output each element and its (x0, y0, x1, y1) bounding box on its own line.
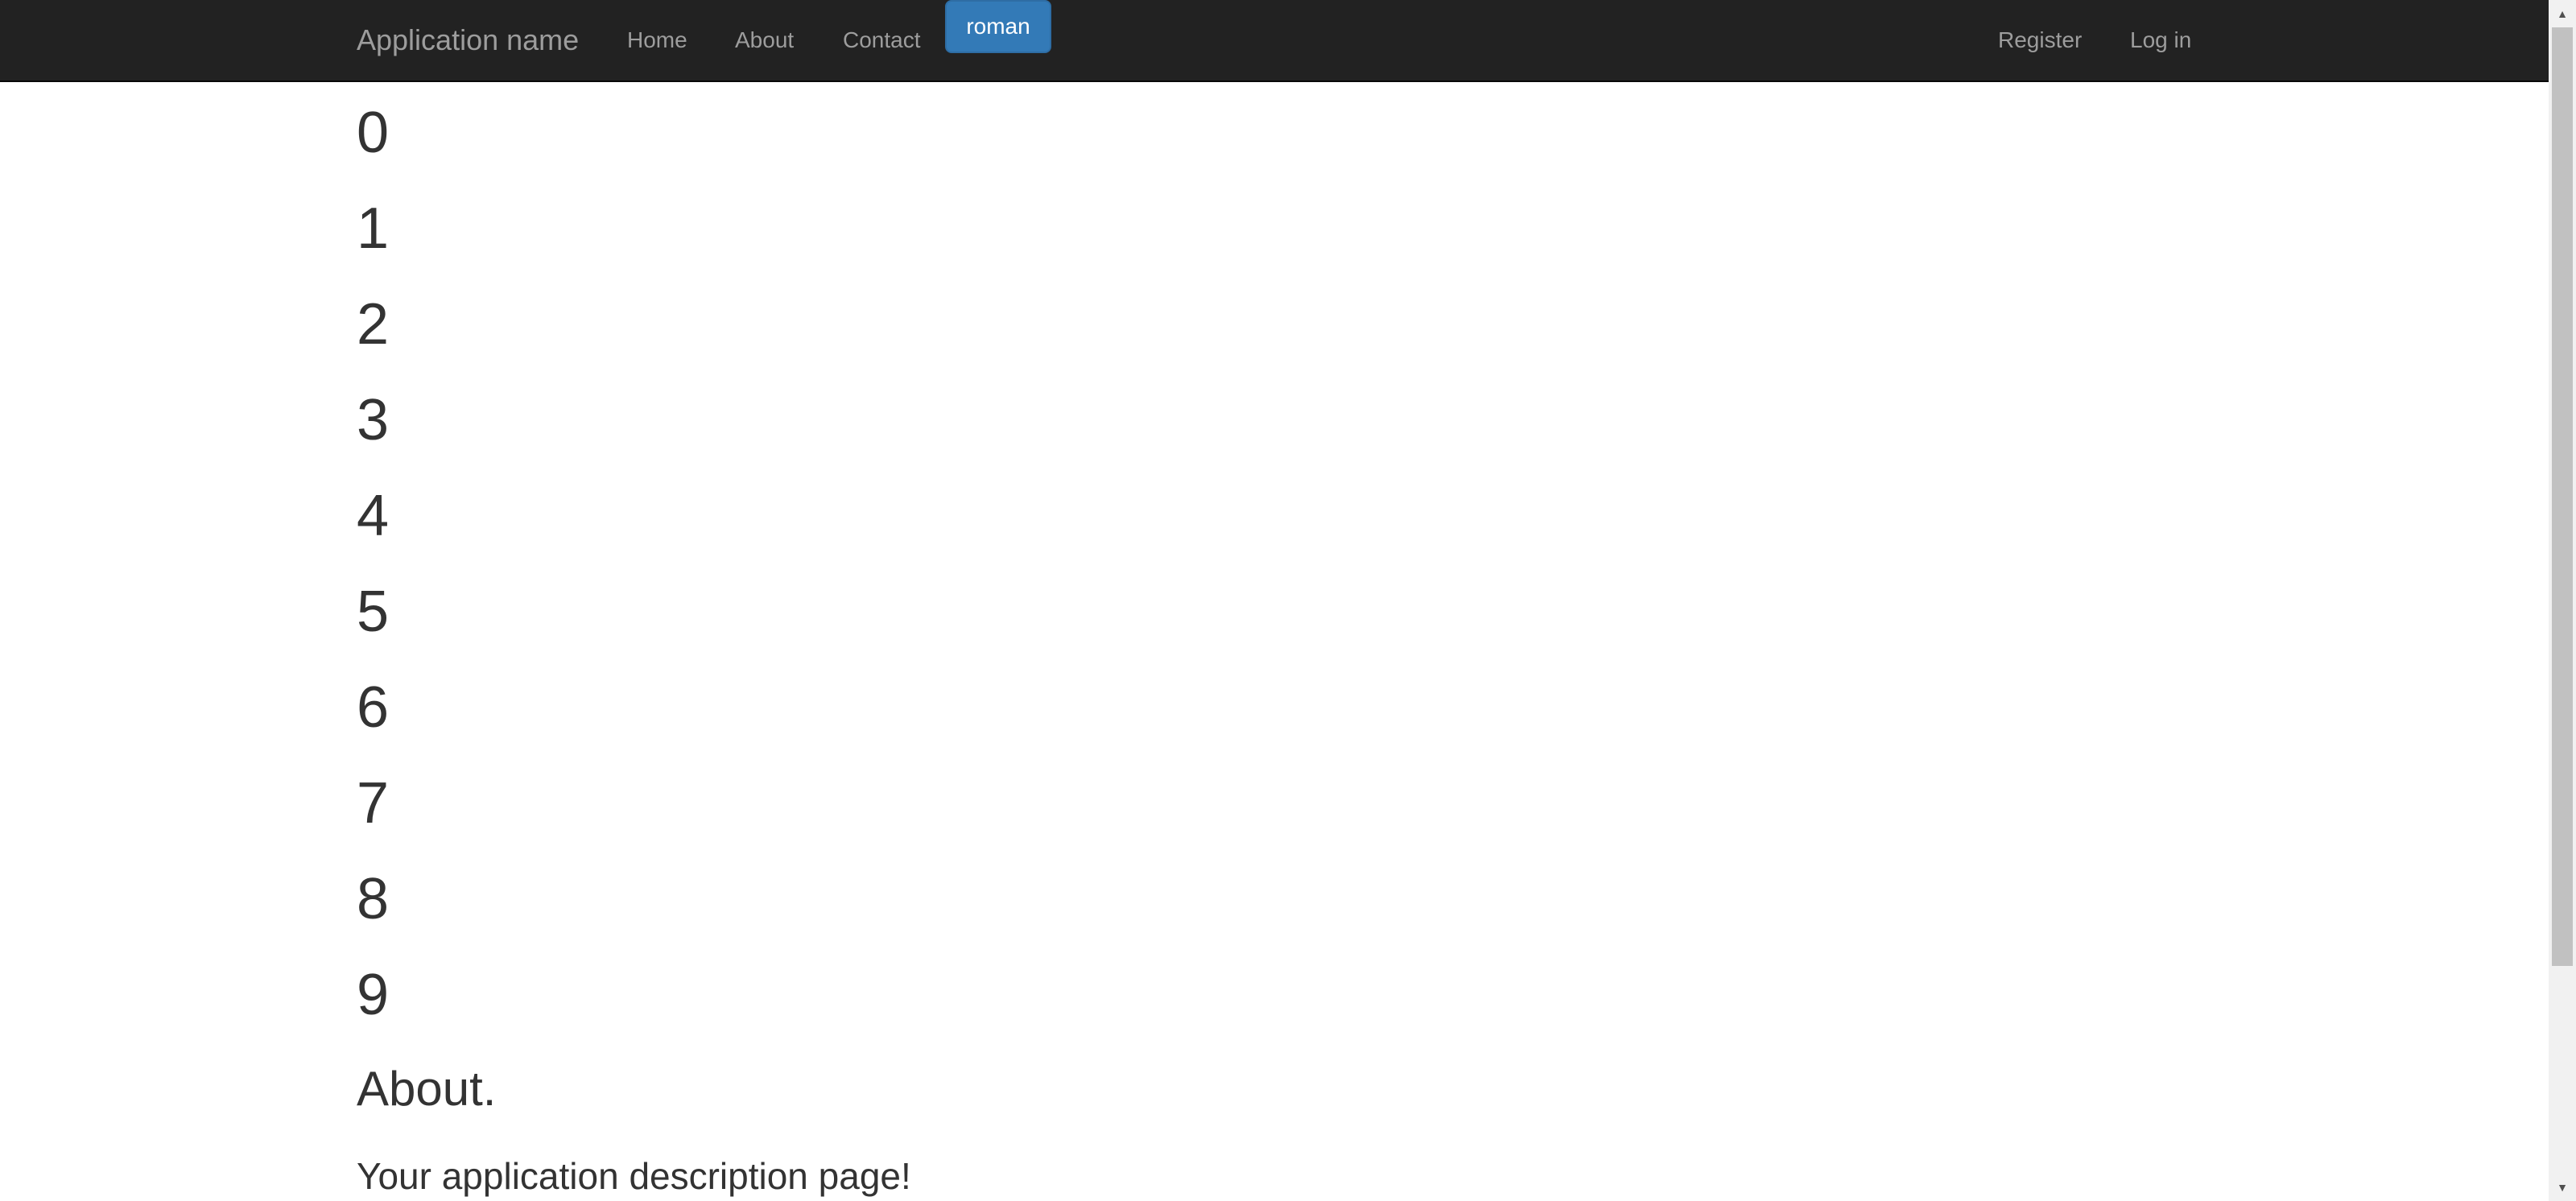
list-item-label: 5 (357, 580, 390, 644)
user-button[interactable]: roman (945, 0, 1051, 53)
brand-link[interactable]: Application name (357, 0, 579, 80)
list-item-label: 8 (357, 867, 390, 931)
register-link[interactable]: Register (1998, 0, 2082, 80)
list-item-label: 7 (357, 771, 390, 836)
list-item: 9 (357, 944, 2208, 1040)
list-item-label: 4 (357, 484, 390, 548)
nav-contact-link[interactable]: Contact (843, 0, 921, 80)
list-item: 2 (357, 274, 2208, 369)
page: Application name Home About Contact roma… (0, 0, 2576, 1201)
list-item-label: 6 (357, 675, 390, 740)
list-item-label: 3 (357, 388, 390, 452)
list-item: 1 (357, 178, 2208, 274)
list-item-label: 0 (357, 101, 390, 165)
nav-home-link[interactable]: Home (627, 0, 687, 80)
list-item: 5 (357, 561, 2208, 657)
vertical-scrollbar[interactable]: ▲ ▼ (2549, 0, 2576, 1201)
login-link[interactable]: Log in (2130, 0, 2191, 80)
list-item: 3 (357, 369, 2208, 465)
page-title: About. (357, 1062, 497, 1116)
list-item-label: 1 (357, 196, 390, 261)
page-description: Your application description page! (357, 1155, 911, 1197)
list-item: 8 (357, 848, 2208, 944)
main-content: 0 1 2 3 4 5 6 7 8 9 (357, 82, 2208, 1040)
nav-about-link[interactable]: About (735, 0, 794, 80)
number-list: 0 1 2 3 4 5 6 7 8 9 (357, 82, 2208, 1040)
navbar: Application name Home About Contact roma… (0, 0, 2549, 82)
list-item: 7 (357, 753, 2208, 848)
triangle-up-icon[interactable]: ▲ (2549, 0, 2576, 27)
list-item-label: 2 (357, 292, 390, 357)
list-item-label: 9 (357, 963, 390, 1027)
scrollbar-thumb[interactable] (2552, 27, 2573, 966)
list-item: 6 (357, 657, 2208, 753)
list-item: 0 (357, 82, 2208, 178)
triangle-down-icon[interactable]: ▼ (2549, 1174, 2576, 1201)
list-item: 4 (357, 465, 2208, 561)
